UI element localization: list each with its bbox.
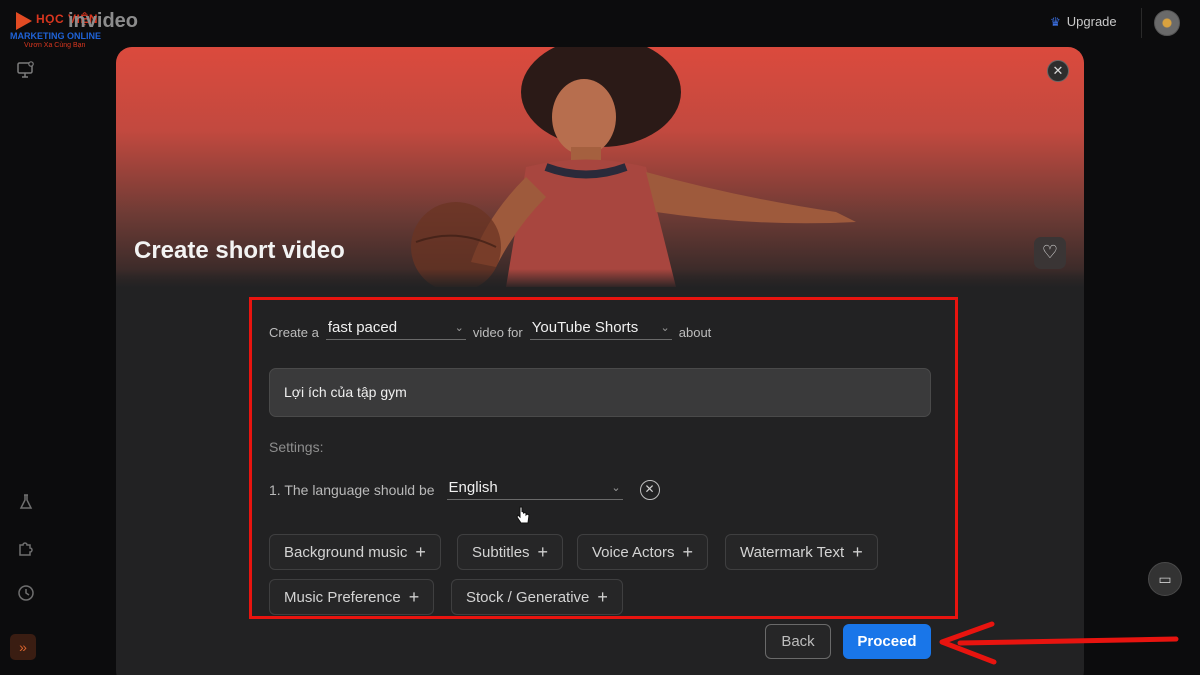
clock-icon[interactable] (16, 583, 36, 603)
language-value: English (448, 479, 498, 496)
heart-icon[interactable]: ♡ (1034, 237, 1066, 269)
plus-icon: + (597, 587, 608, 607)
video-for-label: video for (472, 325, 523, 340)
chip-label: Voice Actors (592, 543, 675, 561)
settings-label: Settings: (269, 439, 324, 455)
chip-label: Background music (284, 543, 408, 561)
monitor-icon[interactable] (16, 60, 36, 80)
chip-label: Music Preference (284, 588, 401, 606)
plus-icon: + (415, 542, 426, 562)
chat-icon[interactable]: ▭ (1148, 562, 1182, 596)
remove-setting-icon[interactable]: ✕ (639, 479, 660, 500)
expand-sidebar-icon[interactable]: » (10, 634, 36, 660)
chip-voice-actors[interactable]: Voice Actors + (577, 534, 709, 570)
hero-fade (116, 269, 1084, 289)
chevron-down-icon: ⌄ (660, 322, 670, 334)
chip-background-music[interactable]: Background music + (269, 534, 441, 570)
upgrade-label: Upgrade (1066, 14, 1117, 29)
red-arrow-annotation (939, 621, 1179, 665)
chip-label: Stock / Generative (466, 588, 590, 606)
language-setting: 1. The language should be English ⌄ ✕ (269, 479, 660, 500)
platform-select[interactable]: YouTube Shorts ⌄ (529, 319, 672, 340)
language-label: 1. The language should be (269, 481, 435, 498)
athlete-illustration (411, 47, 856, 287)
puzzle-icon[interactable] (16, 538, 36, 558)
about-label: about (678, 325, 712, 340)
pace-select[interactable]: fast paced ⌄ (325, 319, 466, 340)
chevron-down-icon: ⌄ (454, 322, 464, 334)
avatar[interactable] (1154, 10, 1180, 36)
app-window: HỌC VIỆN MARKETING ONLINE Vươn Xa Cùng B… (0, 0, 1200, 675)
modal-title: Create short video (134, 237, 345, 264)
language-select[interactable]: English ⌄ (446, 479, 623, 500)
chip-watermark-text[interactable]: Watermark Text + (725, 534, 878, 570)
proceed-button[interactable]: Proceed (843, 624, 931, 659)
pace-value: fast paced (327, 319, 398, 336)
flask-icon[interactable] (16, 492, 36, 512)
chip-label: Watermark Text (740, 543, 845, 561)
app-logo[interactable]: invideo (68, 10, 138, 33)
chevron-down-icon: ⌄ (611, 482, 621, 494)
create-a-label: Create a (269, 325, 319, 340)
chip-subtitles[interactable]: Subtitles + (457, 534, 564, 570)
hand-cursor-icon (516, 506, 530, 524)
topic-input[interactable]: Lợi ích của tập gym (269, 368, 931, 417)
plus-icon: + (537, 542, 549, 562)
plus-icon: + (852, 542, 863, 562)
chip-stock-generative[interactable]: Stock / Generative + (451, 579, 623, 615)
top-bar: HỌC VIỆN MARKETING ONLINE Vươn Xa Cùng B… (0, 0, 1200, 49)
plus-icon: + (682, 542, 694, 562)
prompt-sentence: Create a fast paced ⌄ video for YouTube … (269, 319, 711, 340)
play-icon (16, 12, 32, 30)
plus-icon: + (408, 587, 420, 607)
crown-icon: ♛ (1050, 14, 1061, 29)
close-icon[interactable]: ✕ (1047, 60, 1069, 82)
watermark-line3: Vươn Xa Cùng Bạn (24, 42, 86, 49)
divider (1141, 8, 1142, 38)
upgrade-button[interactable]: ♛ Upgrade (1050, 14, 1117, 29)
back-button[interactable]: Back (765, 624, 831, 659)
chip-music-preference[interactable]: Music Preference + (269, 579, 435, 615)
platform-value: YouTube Shorts (531, 319, 639, 336)
chip-label: Subtitles (472, 543, 530, 561)
